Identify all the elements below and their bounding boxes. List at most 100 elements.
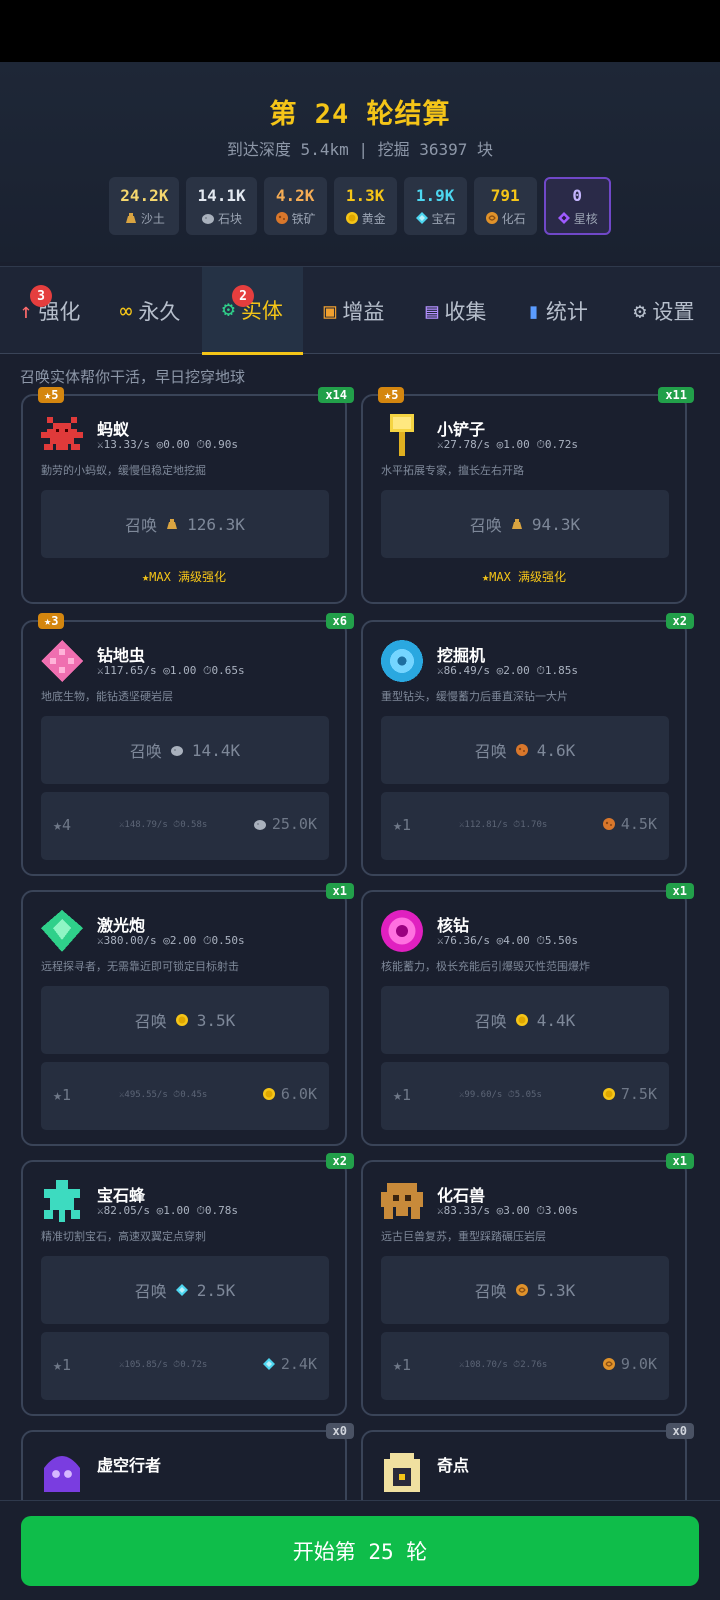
- resource-gold: 1.3K 黄金: [333, 177, 397, 235]
- tab-buffs[interactable]: ▣ 增益: [303, 267, 405, 355]
- gold-icon: [515, 1013, 529, 1027]
- star-level-badge: ★3: [38, 613, 65, 629]
- gold-icon: [262, 1087, 276, 1101]
- resource-label: 沙土: [124, 210, 165, 227]
- upgrade-button[interactable]: ★1 ⚔105.85/s ⏱0.72s 2.4K: [41, 1332, 329, 1400]
- chest-icon: ▣: [323, 298, 337, 323]
- gem-icon: [175, 1283, 189, 1297]
- summon-label: 召唤: [125, 516, 158, 535]
- notification-badge: 2: [232, 285, 254, 307]
- summon-button[interactable]: 召唤 126.3K: [41, 490, 329, 558]
- summon-button[interactable]: 召唤 4.6K: [381, 716, 669, 784]
- summon-button[interactable]: 召唤 2.5K: [41, 1256, 329, 1324]
- next-star-level: ★1: [53, 1356, 72, 1374]
- entity-card-fossil-beast: x1 化石兽 ⚔83.33/s ◎3.00 ⏱3.00s 远古巨兽复苏，重型踩踏碾压岩…: [361, 1153, 694, 1416]
- iron-ore-icon: [602, 817, 616, 831]
- upgrade-button[interactable]: ★1 ⚔112.81/s ⏱1.70s 4.5K: [381, 792, 669, 860]
- entity-name: 化石兽: [437, 1186, 486, 1205]
- tab-upgrade[interactable]: ↑ 强化 3: [0, 267, 100, 355]
- tab-bar: ↑ 强化 3 ∞ 永久 ⚙ 实体 2 ▣ 增益 ▤ 收集 ▮ 统计 ⚙ 设置: [0, 266, 720, 355]
- entity-description: 核能蓄力，极长充能后引爆毁灭性范围爆炸: [381, 960, 590, 973]
- ant-sprite-icon: [41, 414, 83, 456]
- owned-count-badge: x0: [325, 1423, 354, 1439]
- resource-value: 14.1K: [197, 185, 246, 205]
- tab-permanent[interactable]: ∞ 永久: [100, 267, 200, 355]
- resource-value: 1.9K: [415, 185, 455, 205]
- tab-entities[interactable]: ⚙ 实体 2: [202, 267, 303, 355]
- fossil-icon: [602, 1357, 616, 1371]
- entity-stats: ⚔380.00/s ◎2.00 ⏱0.50s: [97, 934, 245, 947]
- entity-description: 重型钻头，缓慢蓄力后垂直深钻一大片: [381, 690, 568, 703]
- resource-label: 黄金: [345, 210, 386, 227]
- upgrade-button[interactable]: ★4 ⚔148.79/s ⏱0.58s 25.0K: [41, 792, 329, 860]
- star-level-badge: ★5: [38, 387, 65, 403]
- entity-description: 远程探寻者，无需靠近即可锁定目标射击: [41, 960, 239, 973]
- summon-button[interactable]: 召唤 5.3K: [381, 1256, 669, 1324]
- entity-name: 核钻: [437, 916, 470, 935]
- entity-card-gem-bee: x2 宝石蜂 ⚔82.05/s ◎1.00 ⏱0.78s 精准切割宝石，高速双翼定点穿…: [21, 1153, 354, 1416]
- summon-cost: 2.5K: [196, 1280, 236, 1300]
- owned-count-badge: x2: [325, 1153, 354, 1169]
- next-level-stats: ⚔112.81/s ⏱1.70s: [459, 820, 548, 830]
- resource-value: 1.3K: [345, 185, 385, 205]
- stone-icon: [201, 211, 215, 225]
- upgrade-cost: 4.5K: [602, 815, 657, 833]
- summon-label: 召唤: [129, 742, 162, 761]
- infinity-icon: ∞: [119, 298, 133, 323]
- entity-description: 水平拓展专家，擅长左右开路: [381, 464, 524, 477]
- upgrade-button[interactable]: ★1 ⚔495.55/s ⏱0.45s 6.0K: [41, 1062, 329, 1130]
- entity-stats: ⚔82.05/s ◎1.00 ⏱0.78s: [97, 1204, 239, 1217]
- summon-cost: 4.6K: [536, 740, 576, 760]
- tab-collection[interactable]: ▤ 收集: [405, 267, 507, 355]
- singularity-sprite-icon: [381, 1450, 423, 1492]
- entity-stats: ⚔27.78/s ◎1.00 ⏱0.72s: [437, 438, 579, 451]
- book-icon: ▤: [425, 298, 439, 323]
- upgrade-cost-value: 2.4K: [280, 1355, 317, 1373]
- resource-label: 化石: [485, 210, 526, 227]
- summon-button[interactable]: 召唤 14.4K: [41, 716, 329, 784]
- resource-label-text: 黄金: [361, 211, 386, 226]
- summon-cost: 4.4K: [536, 1010, 576, 1030]
- upgrade-button[interactable]: ★1 ⚔108.70/s ⏱2.76s 9.0K: [381, 1332, 669, 1400]
- resource-label-text: 铁矿: [291, 211, 316, 226]
- entity-stats: ⚔76.36/s ◎4.00 ⏱5.50s: [437, 934, 579, 947]
- summon-cost: 126.3K: [187, 514, 245, 534]
- owned-count-badge: x1: [665, 1153, 694, 1169]
- round-subtitle: 到达深度 5.4km | 挖掘 36397 块: [226, 140, 494, 159]
- sand-icon: [510, 517, 524, 531]
- upgrade-cost-value: 4.5K: [620, 815, 657, 833]
- summon-button[interactable]: 召唤 3.5K: [41, 986, 329, 1054]
- resource-value: 4.2K: [275, 185, 315, 205]
- summon-button[interactable]: 召唤 4.4K: [381, 986, 669, 1054]
- start-next-round-button[interactable]: 开始第 25 轮: [21, 1516, 699, 1586]
- upgrade-cost: 25.0K: [253, 815, 317, 833]
- summon-cost: 94.3K: [531, 514, 581, 534]
- entity-card-laser-cannon: x1 激光炮 ⚔380.00/s ◎2.00 ⏱0.50s 远程探寻者，无需靠近即可锁…: [21, 883, 354, 1146]
- resource-sand: 24.2K 沙土: [109, 177, 180, 235]
- tab-stats[interactable]: ▮ 统计: [507, 267, 608, 355]
- summon-cost: 14.4K: [191, 740, 241, 760]
- entities-hint: 召唤实体帮你干活，早日挖穿地球: [20, 368, 246, 386]
- upgrade-button[interactable]: ★1 ⚔99.60/s ⏱5.05s 7.5K: [381, 1062, 669, 1130]
- resource-label-text: 沙土: [140, 211, 165, 226]
- star-level-badge: ★5: [378, 387, 405, 403]
- entity-name: 钻地虫: [97, 646, 146, 665]
- resource-label: 宝石: [415, 210, 456, 227]
- tab-settings[interactable]: ⚙ 设置: [608, 267, 720, 355]
- summon-button[interactable]: 召唤 94.3K: [381, 490, 669, 558]
- fossil-icon: [515, 1283, 529, 1297]
- resource-label-text: 星核: [573, 211, 598, 226]
- stone-icon: [253, 817, 267, 831]
- notification-badge: 3: [30, 285, 52, 307]
- sand-icon: [124, 211, 138, 225]
- summon-label: 召唤: [474, 1282, 507, 1301]
- upgrade-cost-value: 6.0K: [280, 1085, 317, 1103]
- owned-count-badge: x6: [325, 613, 354, 629]
- entity-card-small-shovel: ★5 x11 小铲子 ⚔27.78/s ◎1.00 ⏱0.72s 水平拓展专家，擅长左右…: [361, 387, 694, 604]
- entity-card-ant: ★5 x14 蚂蚁 ⚔13.33/s ◎0.00 ⏱0.90s 勤劳的小蚂蚁，缓慢但稳定…: [21, 387, 354, 604]
- resource-fossil: 791 化石: [473, 177, 537, 235]
- status-bar: [0, 0, 720, 62]
- tab-label: 设置: [652, 300, 695, 324]
- stone-icon: [170, 743, 184, 757]
- summon-label: 召唤: [474, 742, 507, 761]
